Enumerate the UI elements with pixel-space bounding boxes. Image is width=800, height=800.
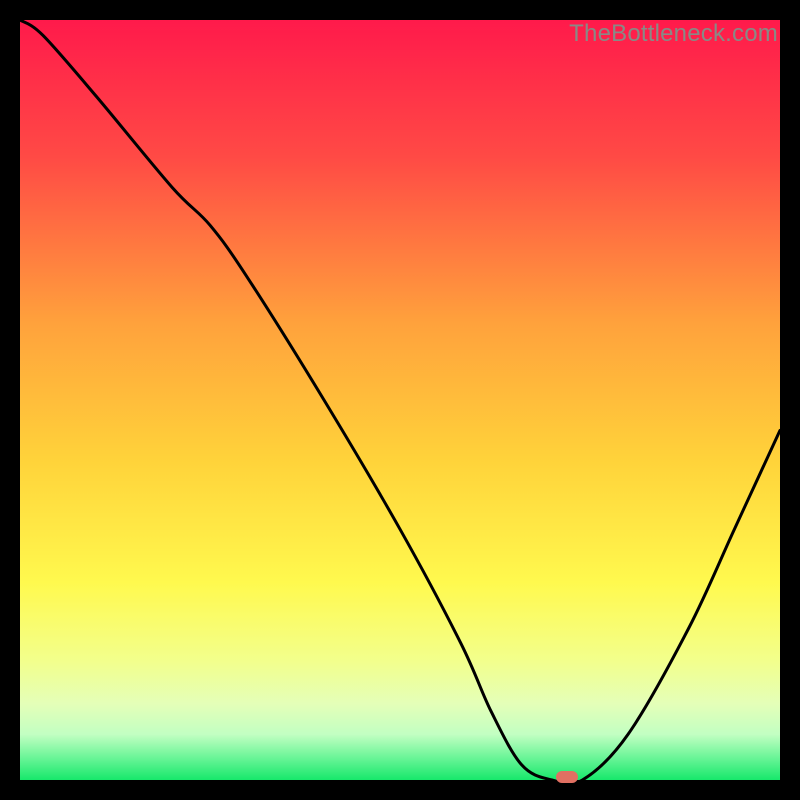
gradient-background — [20, 20, 780, 780]
optimal-point-marker — [556, 771, 578, 783]
bottleneck-chart — [20, 20, 780, 780]
chart-frame: TheBottleneck.com — [20, 20, 780, 780]
watermark-text: TheBottleneck.com — [569, 20, 778, 48]
